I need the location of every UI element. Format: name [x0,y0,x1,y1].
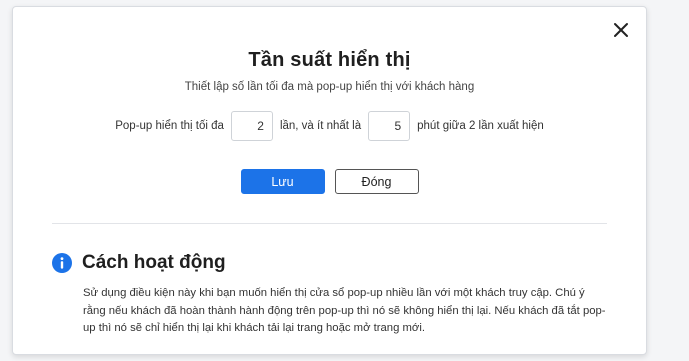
close-icon [614,23,628,37]
min-interval-input[interactable] [368,111,411,141]
close-button[interactable] [612,21,630,39]
interval-unit-label: phút giữa 2 lần xuất hiện [417,120,544,132]
max-times-input[interactable] [230,111,273,141]
dialog-subtitle: Thiết lập số lần tối đa mà pop-up hiển t… [184,81,475,93]
how-it-works-description: Sử dụng điều kiện này khi bạn muốn hiển … [83,287,606,334]
divider [52,223,607,224]
dialog-title: Tần suất hiển thị [248,49,411,71]
info-icon [52,253,72,273]
min-interval-label: lần, và ít nhất là [279,120,362,132]
how-it-works-title: Cách hoạt động [82,252,226,273]
frequency-settings-row: Pop-up hiển thị tối đa lần, và ít nhất l… [13,110,646,142]
max-times-label: Pop-up hiển thị tối đa [115,120,224,132]
frequency-dialog: Tần suất hiển thị Thiết lập số lần tối đ… [12,6,647,355]
save-button[interactable]: Lưu [240,169,325,194]
close-dialog-button[interactable]: Đóng [334,169,419,194]
dialog-actions: Lưu Đóng [13,169,646,194]
how-it-works-header: Cách hoạt động [52,252,226,274]
